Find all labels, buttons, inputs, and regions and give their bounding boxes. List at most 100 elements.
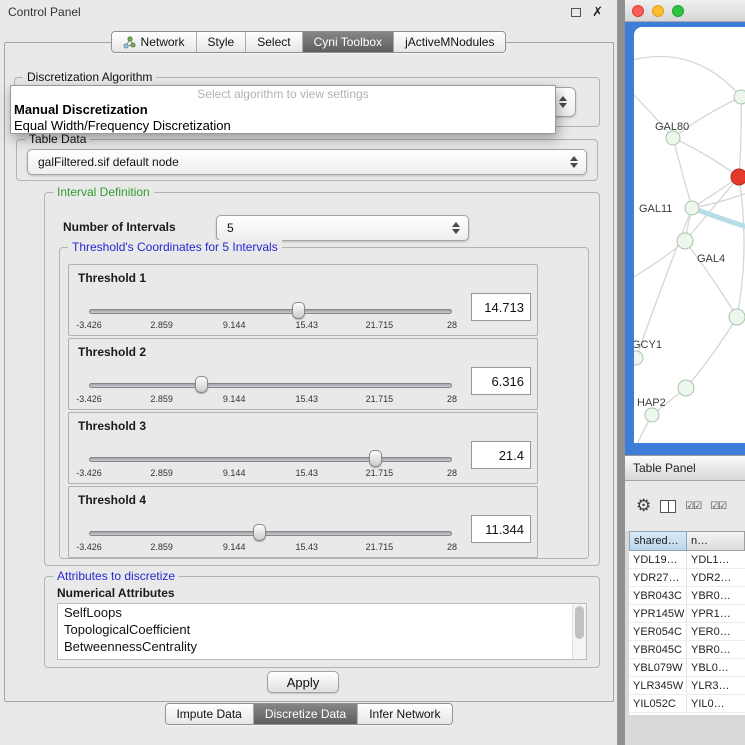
- threshold-3-value-field[interactable]: [471, 441, 531, 469]
- table-cell[interactable]: YER054C: [629, 623, 687, 640]
- slider-thumb[interactable]: [253, 524, 266, 541]
- table-row[interactable]: YER054CYER0…: [629, 623, 745, 641]
- table-cell[interactable]: YBR0…: [687, 587, 745, 604]
- column-header-name[interactable]: n…: [687, 531, 745, 551]
- float-panel-icon[interactable]: [571, 8, 581, 17]
- threshold-3-label: Threshold 3: [78, 419, 146, 433]
- network-node-gal11[interactable]: [685, 201, 699, 215]
- table-cell[interactable]: YDL19…: [629, 551, 687, 568]
- network-canvas[interactable]: GAL80GAL11GAL4GCY1HAP2: [634, 27, 745, 443]
- table-cell[interactable]: YER0…: [687, 623, 745, 640]
- threshold-1-slider[interactable]: -3.4262.8599.14415.4321.71528: [89, 301, 452, 333]
- slider-thumb[interactable]: [292, 302, 305, 319]
- select-visible-columns-icon[interactable]: ☑☑: [710, 501, 726, 512]
- threshold-4-value-field[interactable]: [471, 515, 531, 543]
- network-node[interactable]: [731, 169, 745, 185]
- list-item-topologicalcoefficient[interactable]: TopologicalCoefficient: [58, 621, 586, 638]
- table-cell[interactable]: YDR2…: [687, 569, 745, 586]
- tab-jactivemnodules[interactable]: jActiveMNodules: [394, 32, 505, 52]
- table-cell[interactable]: YBR043C: [629, 587, 687, 604]
- slider-track[interactable]: [89, 457, 452, 462]
- column-header-shared-name[interactable]: shared…: [629, 531, 687, 551]
- scrollbar-thumb[interactable]: [575, 606, 584, 639]
- zoom-window-button[interactable]: [672, 5, 684, 17]
- network-edge[interactable]: [673, 138, 739, 177]
- scale-label: -3.426: [76, 394, 102, 404]
- network-edge[interactable]: [634, 241, 685, 279]
- number-of-intervals-combobox[interactable]: 5: [216, 215, 469, 241]
- network-node-gcy1[interactable]: [634, 351, 643, 365]
- list-item-betweennesscentrality[interactable]: BetweennessCentrality: [58, 638, 586, 655]
- tab-style[interactable]: Style: [197, 32, 247, 52]
- table-cell[interactable]: YLR345W: [629, 677, 687, 694]
- table-row[interactable]: YBR043CYBR0…: [629, 587, 745, 605]
- dropdown-option-equal-width-frequency[interactable]: Equal Width/Frequency Discretization: [11, 118, 555, 134]
- number-of-intervals-label: Number of Intervals: [63, 220, 176, 234]
- table-cell[interactable]: YLR3…: [687, 677, 745, 694]
- network-edge[interactable]: [686, 317, 737, 388]
- list-item-selfloops[interactable]: SelfLoops: [58, 604, 586, 621]
- table-cell[interactable]: YBR045C: [629, 641, 687, 658]
- attributes-group: Attributes to discretize Numerical Attri…: [44, 576, 600, 668]
- threshold-4-slider[interactable]: -3.4262.8599.14415.4321.71528: [89, 523, 452, 555]
- network-node-gal80[interactable]: [666, 131, 680, 145]
- scale-label: 9.144: [223, 542, 246, 552]
- settings-gear-icon[interactable]: ⚙: [636, 498, 651, 515]
- table-cell[interactable]: YBR0…: [687, 641, 745, 658]
- network-edge[interactable]: [739, 97, 741, 177]
- table-row[interactable]: YLR345WYLR3…: [629, 677, 745, 695]
- close-icon[interactable]: ✗: [592, 6, 603, 19]
- tab-select[interactable]: Select: [246, 32, 302, 52]
- table-row[interactable]: YBR045CYBR0…: [629, 641, 745, 659]
- table-cell[interactable]: YBL079W: [629, 659, 687, 676]
- network-node[interactable]: [734, 90, 745, 104]
- threshold-2-slider[interactable]: -3.4262.8599.14415.4321.71528: [89, 375, 452, 407]
- tab-network[interactable]: Network: [112, 32, 197, 52]
- table-row[interactable]: YDL19…YDL1…: [629, 551, 745, 569]
- table-row[interactable]: YDR27…YDR2…: [629, 569, 745, 587]
- slider-track[interactable]: [89, 531, 452, 536]
- slider-track[interactable]: [89, 309, 452, 314]
- apply-button[interactable]: Apply: [267, 671, 339, 693]
- network-window-titlebar: [625, 0, 745, 22]
- table-row[interactable]: YBL079WYBL0…: [629, 659, 745, 677]
- tab-impute-data[interactable]: Impute Data: [165, 704, 253, 724]
- threshold-2-value-field[interactable]: [471, 367, 531, 395]
- table-cell[interactable]: YIL0…: [687, 695, 745, 712]
- network-node-hap2[interactable]: [645, 408, 659, 422]
- dropdown-option-manual-discretization[interactable]: Manual Discretization: [11, 102, 555, 118]
- node-label: HAP2: [637, 397, 666, 409]
- slider-thumb[interactable]: [369, 450, 382, 467]
- table-cell[interactable]: YDL1…: [687, 551, 745, 568]
- columns-icon[interactable]: [660, 500, 676, 513]
- select-all-columns-icon[interactable]: ☑☑: [685, 501, 701, 512]
- slider-track[interactable]: [89, 383, 452, 388]
- network-node[interactable]: [678, 380, 694, 396]
- list-scrollbar[interactable]: [572, 604, 586, 659]
- tab-cyni-toolbox[interactable]: Cyni Toolbox: [303, 32, 394, 52]
- table-cell[interactable]: YPR145W: [629, 605, 687, 622]
- minimize-window-button[interactable]: [652, 5, 664, 17]
- table-row[interactable]: YPR145WYPR1…: [629, 605, 745, 623]
- network-edge[interactable]: [636, 208, 692, 358]
- table-cell[interactable]: YBL0…: [687, 659, 745, 676]
- network-edge[interactable]: [673, 138, 692, 208]
- network-icon: [123, 36, 136, 49]
- node-label: GCY1: [634, 339, 662, 351]
- network-graph: GAL80GAL11GAL4GCY1HAP2: [634, 27, 745, 443]
- network-node-gal4[interactable]: [677, 233, 693, 249]
- table-cell[interactable]: YIL052C: [629, 695, 687, 712]
- table-cell[interactable]: YPR1…: [687, 605, 745, 622]
- network-edge[interactable]: [634, 57, 741, 98]
- table-row[interactable]: YIL052CYIL0…: [629, 695, 745, 713]
- threshold-3-slider[interactable]: -3.4262.8599.14415.4321.71528: [89, 449, 452, 481]
- network-edge[interactable]: [737, 177, 744, 317]
- tab-infer-network[interactable]: Infer Network: [358, 704, 451, 724]
- slider-thumb[interactable]: [195, 376, 208, 393]
- table-cell[interactable]: YDR27…: [629, 569, 687, 586]
- threshold-1-value-field[interactable]: [471, 293, 531, 321]
- close-window-button[interactable]: [632, 5, 644, 17]
- tab-discretize-data[interactable]: Discretize Data: [254, 704, 358, 724]
- table-data-combobox[interactable]: galFiltered.sif default node: [27, 149, 587, 175]
- network-node[interactable]: [729, 309, 745, 325]
